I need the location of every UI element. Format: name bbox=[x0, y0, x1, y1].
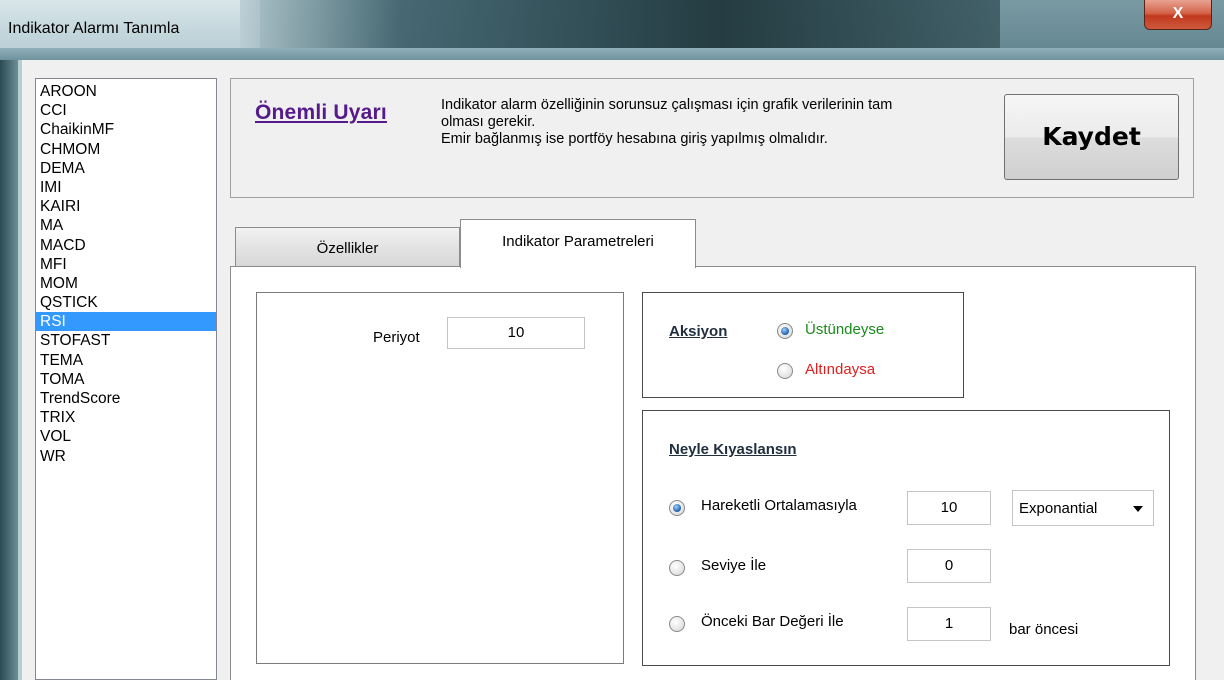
warning-title: Önemli Uyarı bbox=[255, 101, 387, 124]
below-label: Altındaysa bbox=[805, 361, 876, 378]
compare-group: Neyle Kıyaslansın Hareketli Ortalamasıyl… bbox=[642, 410, 1170, 666]
list-item[interactable]: VOL bbox=[36, 427, 216, 446]
close-icon: X bbox=[1172, 5, 1184, 22]
warning-line: Emir bağlanmış ise portföy hesabına giri… bbox=[441, 131, 828, 147]
list-item[interactable]: TEMA bbox=[36, 351, 216, 370]
window-frame-left bbox=[0, 60, 18, 680]
window-title: Indikator Alarmı Tanımla bbox=[8, 20, 180, 37]
previous-bar-label: Önceki Bar Değeri İle bbox=[701, 613, 844, 630]
period-group: Periyot 10 bbox=[256, 292, 624, 664]
below-radio[interactable] bbox=[777, 363, 793, 379]
list-item[interactable]: ChaikinMF bbox=[36, 120, 216, 139]
list-item[interactable]: MA bbox=[36, 216, 216, 235]
above-label: Üstündeyse bbox=[805, 321, 885, 338]
list-item[interactable]: AROON bbox=[36, 82, 216, 101]
moving-average-radio[interactable] bbox=[669, 500, 685, 516]
compare-title: Neyle Kıyaslansın bbox=[669, 441, 797, 458]
action-group: Aksiyon Üstündeyse Altındaysa bbox=[642, 292, 964, 398]
tab-indicator-parameters[interactable]: Indikator Parametreleri bbox=[460, 219, 696, 268]
moving-average-input[interactable]: 10 bbox=[907, 491, 991, 525]
list-item[interactable]: WR bbox=[36, 447, 216, 466]
previous-bar-suffix: bar öncesi bbox=[1009, 621, 1079, 638]
warning-line: olması gerekir. bbox=[441, 114, 536, 130]
close-button[interactable]: X bbox=[1144, 0, 1212, 30]
list-item[interactable]: QSTICK bbox=[36, 293, 216, 312]
moving-average-label: Hareketli Ortalamasıyla bbox=[701, 497, 857, 514]
warning-panel: Önemli Uyarı Indikator alarm özelliğinin… bbox=[230, 78, 1194, 198]
list-item[interactable]: MACD bbox=[36, 236, 216, 255]
warning-text: Indikator alarm özelliğinin sorunsuz çal… bbox=[441, 97, 1001, 148]
save-button[interactable]: Kaydet bbox=[1004, 94, 1179, 180]
action-title: Aksiyon bbox=[669, 323, 728, 340]
chevron-down-icon bbox=[1133, 506, 1143, 512]
moving-average-type-value: Exponantial bbox=[1019, 500, 1098, 517]
level-label: Seviye İle bbox=[701, 557, 767, 574]
list-item[interactable]: MOM bbox=[36, 274, 216, 293]
list-item[interactable]: MFI bbox=[36, 255, 216, 274]
list-item[interactable]: TrendScore bbox=[36, 389, 216, 408]
period-input[interactable]: 10 bbox=[447, 317, 585, 349]
moving-average-type-select[interactable]: Exponantial bbox=[1012, 490, 1154, 526]
above-radio[interactable] bbox=[777, 323, 793, 339]
level-radio[interactable] bbox=[669, 560, 685, 576]
period-label: Periyot bbox=[373, 329, 420, 346]
list-item[interactable]: CCI bbox=[36, 101, 216, 120]
list-item[interactable]: STOFAST bbox=[36, 331, 216, 350]
title-bar: Indikator Alarmı Tanımla X bbox=[0, 0, 1224, 60]
list-item[interactable]: KAIRI bbox=[36, 197, 216, 216]
window-frame-top bbox=[0, 48, 1224, 60]
list-item[interactable]: IMI bbox=[36, 178, 216, 197]
previous-bar-input[interactable]: 1 bbox=[907, 607, 991, 641]
list-item[interactable]: CHMOM bbox=[36, 140, 216, 159]
tab-features[interactable]: Özellikler bbox=[235, 227, 460, 267]
list-item[interactable]: DEMA bbox=[36, 159, 216, 178]
indicator-list[interactable]: AROON CCI ChaikinMF CHMOM DEMA IMI KAIRI MA MACD… bbox=[35, 78, 217, 680]
list-item[interactable]: TOMA bbox=[36, 370, 216, 389]
list-item[interactable]: TRIX bbox=[36, 408, 216, 427]
warning-line: Indikator alarm özelliğinin sorunsuz çal… bbox=[441, 97, 893, 113]
level-input[interactable]: 0 bbox=[907, 549, 991, 583]
list-item[interactable]: RSI bbox=[36, 312, 216, 332]
previous-bar-radio[interactable] bbox=[669, 616, 685, 632]
